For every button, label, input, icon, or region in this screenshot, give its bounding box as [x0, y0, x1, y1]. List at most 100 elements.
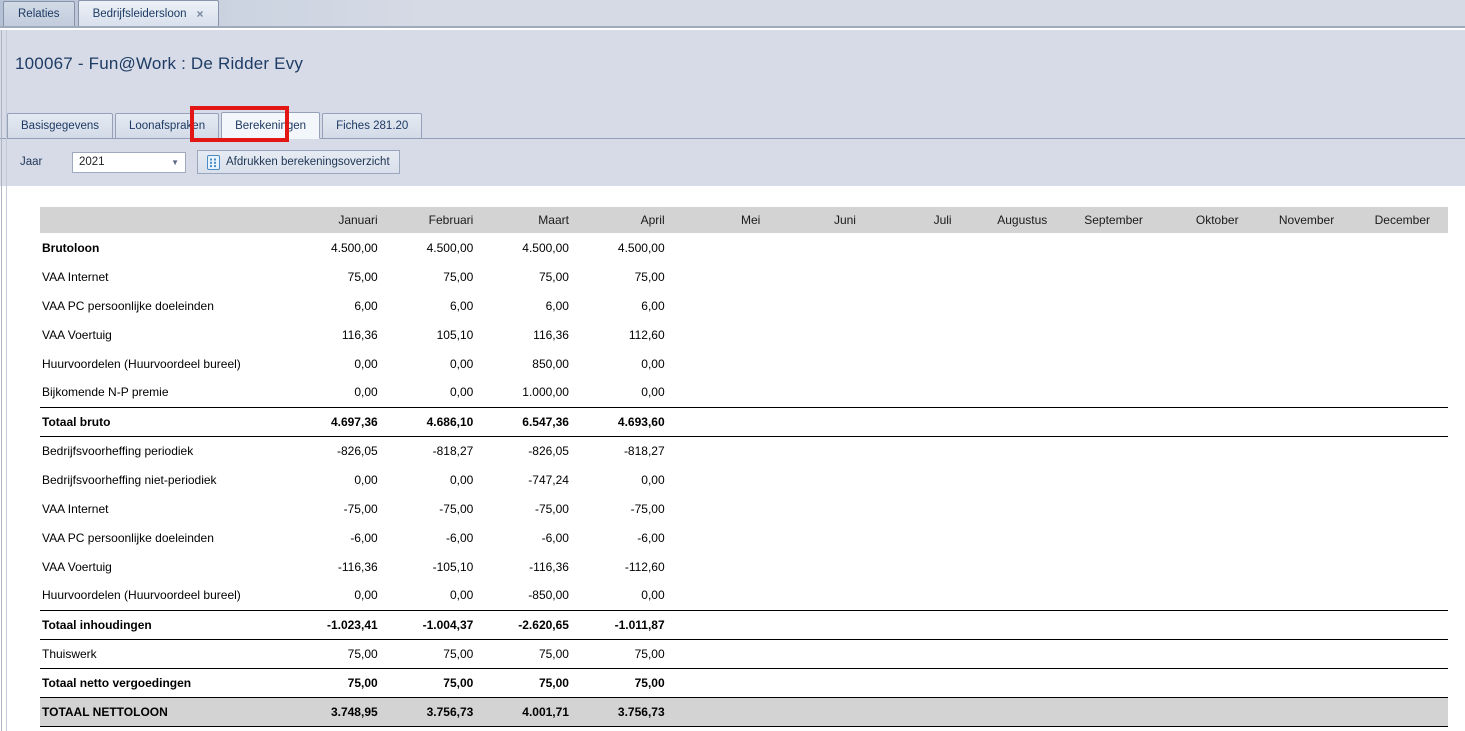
year-dropdown[interactable]: 2021 ▼	[72, 152, 186, 173]
cell-value	[1065, 523, 1161, 552]
cell-value	[1257, 494, 1353, 523]
cell-value: -826,05	[300, 436, 396, 465]
cell-value	[1257, 291, 1353, 320]
cell-value: 75,00	[491, 668, 587, 697]
tab-loonafspraken[interactable]: Loonafspraken	[115, 113, 219, 138]
cell-value	[778, 697, 874, 726]
cell-value	[1161, 523, 1257, 552]
cell-value	[874, 668, 970, 697]
cell-value: 850,00	[491, 349, 587, 378]
cell-value: 75,00	[587, 639, 683, 668]
toolbar: Jaar 2021 ▼ Afdrukken berekeningsoverzic…	[20, 150, 400, 174]
window-tab-bedrijfsleidersloon[interactable]: Bedrijfsleidersloon ×	[78, 0, 219, 26]
cell-value: 0,00	[300, 378, 396, 407]
table-row: Brutoloon4.500,004.500,004.500,004.500,0…	[40, 233, 1448, 262]
window-tab-relaties[interactable]: Relaties	[3, 1, 75, 26]
tab-label: Basisgegevens	[21, 120, 99, 132]
cell-value: -850,00	[491, 581, 587, 610]
row-label: VAA Voertuig	[40, 320, 300, 349]
month-header: Januari	[300, 207, 396, 233]
table-row: VAA Voertuig-116,36-105,10-116,36-112,60	[40, 552, 1448, 581]
tab-basisgegevens[interactable]: Basisgegevens	[7, 113, 113, 138]
cell-value	[1257, 639, 1353, 668]
cell-value	[1352, 320, 1448, 349]
month-header: Februari	[396, 207, 492, 233]
cell-value	[970, 320, 1066, 349]
cell-value	[1352, 668, 1448, 697]
salary-table: JanuariFebruariMaartAprilMeiJuniJuliAugu…	[40, 207, 1448, 727]
page-title: 100067 - Fun@Work : De Ridder Evy	[15, 54, 303, 74]
cell-value	[1352, 552, 1448, 581]
cell-value	[683, 668, 779, 697]
cell-value	[1065, 668, 1161, 697]
cell-value	[683, 697, 779, 726]
cell-value	[874, 639, 970, 668]
cell-value: -6,00	[396, 523, 492, 552]
cell-value	[778, 436, 874, 465]
cell-value	[970, 523, 1066, 552]
cell-value	[874, 349, 970, 378]
cell-value	[1257, 697, 1353, 726]
cell-value	[874, 320, 970, 349]
cell-value: -75,00	[300, 494, 396, 523]
cell-value: 1.000,00	[491, 378, 587, 407]
cell-value	[778, 291, 874, 320]
cell-value	[683, 494, 779, 523]
cell-value	[1161, 233, 1257, 262]
tab-berekeningen[interactable]: Berekeningen	[221, 112, 320, 139]
cell-value: 3.748,95	[300, 697, 396, 726]
cell-value: -1.004,37	[396, 610, 492, 639]
row-label: Brutoloon	[40, 233, 300, 262]
cell-value: -116,36	[491, 552, 587, 581]
cell-value	[683, 639, 779, 668]
cell-value	[1257, 320, 1353, 349]
cell-value	[683, 465, 779, 494]
cell-value: 75,00	[491, 639, 587, 668]
cell-value: 4.500,00	[587, 233, 683, 262]
cell-value: 4.500,00	[491, 233, 587, 262]
cell-value: -112,60	[587, 552, 683, 581]
cell-value	[778, 233, 874, 262]
cell-value	[1257, 349, 1353, 378]
row-label: Bedrijfsvoorheffing periodiek	[40, 436, 300, 465]
cell-value	[778, 552, 874, 581]
cell-value: -818,27	[396, 436, 492, 465]
cell-value: 6,00	[300, 291, 396, 320]
cell-value	[1352, 233, 1448, 262]
cell-value: 75,00	[587, 668, 683, 697]
cell-value	[1257, 436, 1353, 465]
cell-value: 4.500,00	[396, 233, 492, 262]
cell-value: -75,00	[587, 494, 683, 523]
cell-value	[970, 552, 1066, 581]
cell-value	[1161, 262, 1257, 291]
cell-value	[970, 378, 1066, 407]
cell-value	[1257, 581, 1353, 610]
cell-value	[1065, 494, 1161, 523]
tab-fiches-28120[interactable]: Fiches 281.20	[322, 113, 422, 138]
cell-value: 4.500,00	[300, 233, 396, 262]
cell-value	[874, 552, 970, 581]
cell-value	[1065, 581, 1161, 610]
tab-label: Fiches 281.20	[336, 120, 408, 132]
cell-value: 6.547,36	[491, 407, 587, 436]
cell-value: 0,00	[587, 465, 683, 494]
table-row: Huurvoordelen (Huurvoordeel bureel)0,000…	[40, 349, 1448, 378]
close-icon[interactable]: ×	[197, 8, 204, 20]
cell-value	[778, 320, 874, 349]
cell-value	[874, 581, 970, 610]
cell-value	[970, 639, 1066, 668]
cell-value	[1161, 581, 1257, 610]
row-label: Huurvoordelen (Huurvoordeel bureel)	[40, 581, 300, 610]
cell-value	[970, 349, 1066, 378]
print-overview-button[interactable]: Afdrukken berekeningsoverzicht	[197, 150, 400, 174]
cell-value	[778, 581, 874, 610]
cell-value	[970, 262, 1066, 291]
cell-value	[778, 262, 874, 291]
tab-label: Berekeningen	[235, 120, 306, 132]
cell-value: 75,00	[587, 262, 683, 291]
cell-value	[683, 291, 779, 320]
cell-value: -105,10	[396, 552, 492, 581]
cell-value: 116,36	[491, 320, 587, 349]
detail-tab-bar: Basisgegevens Loonafspraken Berekeningen…	[0, 112, 1465, 139]
cell-value	[1352, 610, 1448, 639]
